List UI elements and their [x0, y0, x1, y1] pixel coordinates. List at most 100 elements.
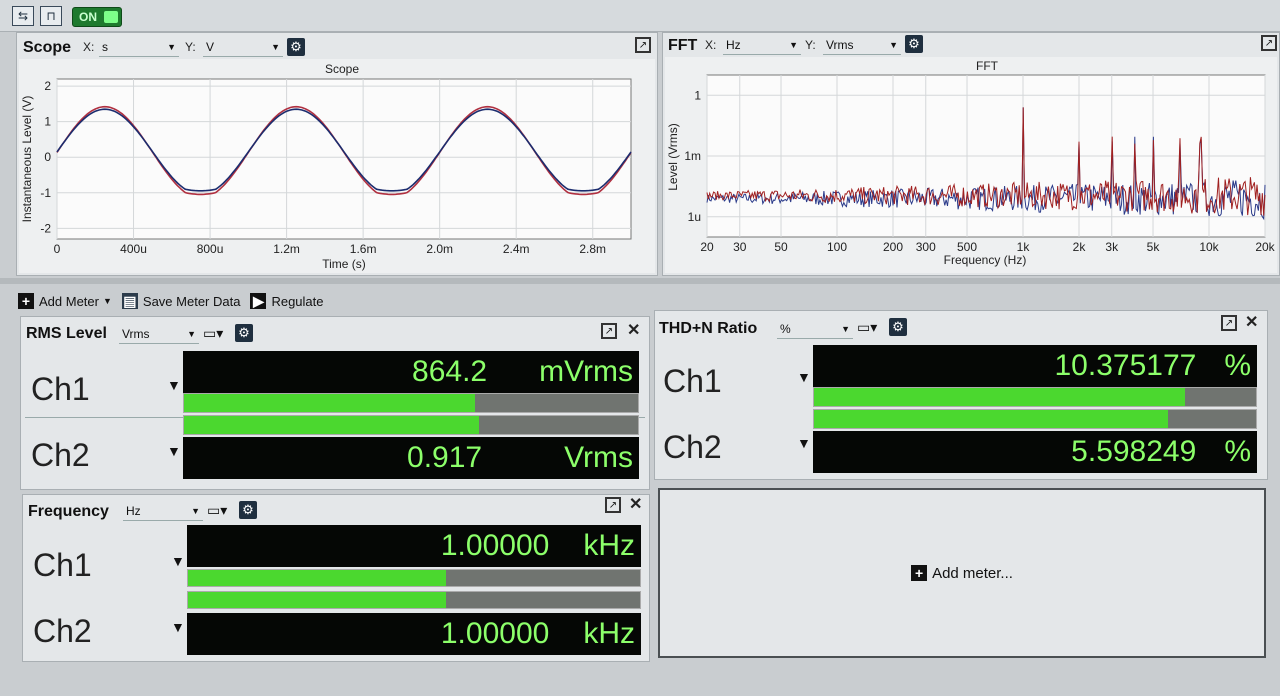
display-mode-icon[interactable]: ▭▾ — [857, 319, 877, 336]
frequency-ch1-display: 1.00000 kHz — [187, 525, 641, 567]
rms-ch2-bar-fill — [184, 416, 480, 434]
fft-x-tick-label: 50 — [774, 240, 788, 254]
rms-ch2-dropdown-icon[interactable]: ▼ — [167, 443, 181, 459]
scope-y-tick-label: 0 — [44, 150, 51, 164]
frequency-ch2-unit: kHz — [583, 617, 635, 650]
fft-y-tick-label: 1m — [684, 149, 701, 163]
on-label: ON — [79, 10, 97, 24]
fft-x-tick-label: 5k — [1147, 240, 1161, 254]
display-mode-icon[interactable]: ▭▾ — [207, 502, 227, 519]
fft-plot: FFT 1 1m 1u 20 30 50 100 200 300 500 1k 2k 3k 5k 10k 2… — [665, 57, 1277, 273]
fft-x-label: X: — [705, 38, 717, 52]
fft-y-unit: Vrms — [826, 37, 854, 52]
scope-xlabel: Time (s) — [322, 257, 366, 271]
scope-y-tick-label: 1 — [44, 115, 51, 129]
frequency-meter-panel: Frequency Hz ▼ ▭▾ ⚙ ↗ ✕ Ch1 ▼ 1.00000 kHz… — [22, 494, 650, 662]
fft-x-tick-label: 2k — [1073, 240, 1087, 254]
fft-x-tick-label: 20k — [1255, 240, 1275, 254]
rms-meter-panel: RMS Level Vrms ▼ ▭▾ ⚙ ↗ ✕ Ch1 ▼ 864.2 mVr… — [20, 316, 650, 490]
fft-settings-gear-icon[interactable]: ⚙ — [905, 35, 923, 53]
fft-x-tick-label: 10k — [1199, 240, 1219, 254]
fft-popout-icon[interactable]: ↗ — [1261, 35, 1277, 51]
thd-ch1-bar-fill — [814, 388, 1186, 406]
scope-plot: Scope 2 1 0 -1 -2 0 400u 800u 1.2m 1.6m 2.0m 2.4m 2… — [19, 59, 655, 273]
thd-ch1-dropdown-icon[interactable]: ▼ — [797, 369, 811, 385]
add-meter-placeholder[interactable]: + Add meter... — [658, 488, 1266, 658]
thd-ch2-display: 5.598249 % — [813, 431, 1257, 473]
rms-ch1-bar-fill — [184, 394, 475, 412]
scope-plot-area — [56, 78, 632, 240]
scope-y-tick-label: -2 — [40, 221, 51, 235]
rms-ch1-bar — [183, 393, 639, 413]
thd-settings-gear-icon[interactable]: ⚙ — [889, 318, 907, 336]
rms-unit: Vrms — [122, 326, 150, 341]
rms-popout-icon[interactable]: ↗ — [601, 323, 617, 339]
fft-x-tick-label: 20 — [700, 240, 714, 254]
frequency-ch1-dropdown-icon[interactable]: ▼ — [171, 553, 185, 569]
regulate-label: Regulate — [271, 293, 324, 309]
rms-settings-gear-icon[interactable]: ⚙ — [235, 324, 253, 342]
thd-unit-select[interactable]: % ▼ — [777, 319, 853, 339]
generator-waveform-icon[interactable]: ⊓ — [40, 6, 62, 26]
scope-panel: Scope X: s ▼ Y: V ▼ ⚙ ↗ Scope 2 1 0 -1 -2 0 400… — [16, 32, 658, 276]
add-meter-label: Add Meter — [39, 293, 99, 309]
thd-ch1-bar — [813, 387, 1257, 407]
chevron-down-icon: ▼ — [841, 323, 850, 334]
scope-x-tick-label: 800u — [197, 242, 224, 256]
scope-y-label: Y: — [185, 40, 196, 54]
fft-ylabel: Level (Vrms) — [666, 123, 680, 191]
rms-ch2-unit: Vrms — [564, 441, 633, 474]
frequency-ch2-display: 1.00000 kHz — [187, 613, 641, 655]
thd-ch1-display: 10.375177 % — [813, 345, 1257, 387]
frequency-ch2-label: Ch2 — [33, 613, 92, 649]
swap-icon[interactable]: ⇆ — [12, 6, 34, 26]
thd-popout-icon[interactable]: ↗ — [1221, 315, 1237, 331]
thd-close-icon[interactable]: ✕ — [1245, 312, 1258, 332]
regulate-button[interactable]: ▶ Regulate — [250, 293, 324, 309]
display-mode-icon[interactable]: ▭▾ — [203, 325, 223, 342]
thd-ch2-dropdown-icon[interactable]: ▼ — [797, 435, 811, 451]
thd-ch2-bar-fill — [814, 410, 1168, 428]
fft-y-label: Y: — [805, 38, 816, 52]
fft-x-tick-label: 200 — [883, 240, 903, 254]
frequency-close-icon[interactable]: ✕ — [629, 494, 642, 514]
thd-ch1-label: Ch1 — [663, 363, 722, 399]
rms-ch1-display: 864.2 mVrms — [183, 351, 639, 393]
fft-x-unit-select[interactable]: Hz ▼ — [723, 35, 801, 55]
panel-splitter[interactable] — [0, 278, 1280, 284]
thd-ch2-label: Ch2 — [663, 429, 722, 465]
fft-y-unit-select[interactable]: Vrms ▼ — [823, 35, 901, 55]
add-meter-button[interactable]: + Add Meter ▼ — [18, 293, 112, 309]
frequency-ch2-bar-fill — [188, 592, 446, 608]
scope-ylabel: Instantaneous Level (V) — [20, 96, 34, 223]
rms-close-icon[interactable]: ✕ — [627, 320, 640, 340]
fft-x-unit: Hz — [726, 37, 741, 52]
thd-ch2-value: 5.598249 — [1071, 435, 1197, 468]
rms-ch2-bar — [183, 415, 639, 435]
frequency-ch1-value: 1.00000 — [440, 529, 550, 562]
save-meter-data-button[interactable]: ▤ Save Meter Data — [121, 293, 240, 309]
frequency-popout-icon[interactable]: ↗ — [605, 497, 621, 513]
fft-panel: FFT X: Hz ▼ Y: Vrms ▼ ⚙ ↗ FFT 1 1m 1u 20 30 50… — [662, 32, 1280, 276]
frequency-title: Frequency — [28, 503, 109, 520]
frequency-unit-select[interactable]: Hz ▼ — [123, 501, 203, 521]
frequency-settings-gear-icon[interactable]: ⚙ — [239, 501, 257, 519]
frequency-ch1-label: Ch1 — [33, 547, 92, 583]
scope-x-unit-select[interactable]: s ▼ — [99, 37, 179, 57]
rms-ch1-dropdown-icon[interactable]: ▼ — [167, 377, 181, 393]
frequency-ch1-bar-fill — [188, 570, 446, 586]
frequency-unit: Hz — [126, 503, 141, 518]
scope-x-label: X: — [83, 40, 95, 54]
fft-plot-title: FFT — [976, 59, 999, 73]
frequency-ch2-dropdown-icon[interactable]: ▼ — [171, 619, 185, 635]
rms-unit-select[interactable]: Vrms ▼ — [119, 324, 199, 344]
fft-x-tick-label: 500 — [957, 240, 977, 254]
rms-ch2-label: Ch2 — [31, 437, 90, 473]
scope-y-unit-select[interactable]: V ▼ — [203, 37, 283, 57]
scope-settings-gear-icon[interactable]: ⚙ — [287, 38, 305, 56]
scope-popout-icon[interactable]: ↗ — [635, 37, 651, 53]
scope-x-unit: s — [102, 39, 108, 54]
thd-ch1-unit: % — [1224, 349, 1251, 382]
generator-on-toggle[interactable]: ON — [72, 7, 122, 27]
fft-x-tick-label: 300 — [916, 240, 936, 254]
